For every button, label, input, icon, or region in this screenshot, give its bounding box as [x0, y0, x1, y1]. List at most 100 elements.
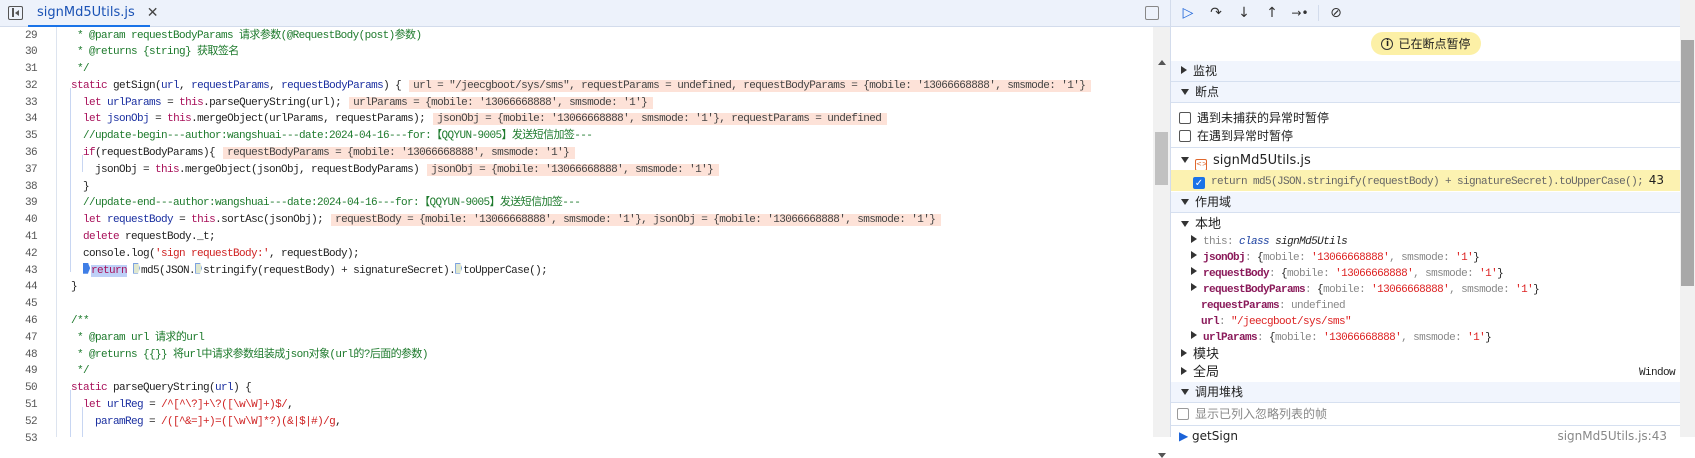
- step-into-icon[interactable]: ↓: [1234, 4, 1254, 22]
- line-number[interactable]: 44: [0, 279, 38, 296]
- frame-location[interactable]: signMd5Utils.js:43: [1557, 427, 1667, 445]
- scrollbar-thumb[interactable]: [1155, 132, 1168, 185]
- line-number[interactable]: 49: [0, 363, 38, 380]
- pause-caught-checkbox[interactable]: 在遇到异常时暂停: [1171, 127, 1681, 145]
- inline-breakpoint-icon[interactable]: [195, 262, 203, 274]
- code-line[interactable]: 35 //update-begin---author:wangshuai---d…: [0, 128, 1153, 145]
- line-number[interactable]: 32: [0, 78, 38, 95]
- scroll-up-icon[interactable]: [1158, 60, 1166, 65]
- line-number[interactable]: 37: [0, 162, 38, 179]
- step-out-icon[interactable]: ↑: [1262, 4, 1282, 22]
- code-line[interactable]: 49 */: [0, 363, 1153, 380]
- scope-global[interactable]: 全局 Window: [1171, 364, 1681, 382]
- section-scope[interactable]: 作用域: [1171, 192, 1681, 213]
- code-line[interactable]: 42 console.log('sign requestBody:', requ…: [0, 246, 1153, 263]
- step-over-icon[interactable]: ↷: [1206, 4, 1226, 22]
- line-number[interactable]: 41: [0, 229, 38, 246]
- code-line[interactable]: 37 jsonObj = this.mergeObject(jsonObj, r…: [0, 162, 1153, 179]
- line-number[interactable]: 47: [0, 330, 38, 347]
- toggle-debugger-icon[interactable]: [1145, 6, 1159, 20]
- breakpoint-file[interactable]: <> signMd5Utils.js: [1171, 152, 1681, 171]
- show-ignored-frames-checkbox[interactable]: 显示已列入忽略列表的帧: [1171, 405, 1681, 426]
- scope-local[interactable]: 本地: [1171, 216, 1681, 234]
- step-icon[interactable]: →•: [1290, 4, 1310, 22]
- code-line[interactable]: 45: [0, 296, 1153, 313]
- debugger-scrollbar[interactable]: [1680, 0, 1695, 437]
- line-number[interactable]: 36: [0, 145, 38, 162]
- code-line[interactable]: 39 //update-end---author:wangshuai---dat…: [0, 195, 1153, 212]
- scroll-down-icon[interactable]: [1158, 453, 1166, 458]
- line-number[interactable]: 35: [0, 128, 38, 145]
- resume-icon[interactable]: ▷: [1178, 4, 1198, 22]
- line-number[interactable]: 38: [0, 179, 38, 196]
- code-line[interactable]: 40 let requestBody = this.sortAsc(jsonOb…: [0, 212, 1153, 229]
- scope-module[interactable]: 模块: [1171, 346, 1681, 364]
- line-number[interactable]: 31: [0, 61, 38, 78]
- breakpoint-file-name: signMd5Utils.js: [1213, 153, 1311, 168]
- breakpoint-line: 43: [1648, 173, 1664, 187]
- code-line[interactable]: 36 if(requestBodyParams){requestBodyPara…: [0, 145, 1153, 162]
- deactivate-breakpoints-icon[interactable]: ⊘: [1326, 4, 1346, 22]
- inline-value: requestBody = {mobile: '13066668888', sm…: [331, 214, 942, 227]
- line-number[interactable]: 52: [0, 414, 38, 431]
- code-line[interactable]: 52 paramReg = /([^&=]+)=([\w\W]*?)(&|$|#…: [0, 414, 1153, 431]
- code-line[interactable]: 33 let urlParams = this.parseQueryString…: [0, 95, 1153, 112]
- code-line[interactable]: 29 * @param requestBodyParams 请求参数(@Requ…: [0, 28, 1153, 45]
- checkbox[interactable]: [1179, 130, 1191, 142]
- line-number[interactable]: 46: [0, 313, 38, 330]
- breakpoint-item[interactable]: ✓ return md5(JSON.stringify(requestBody) …: [1171, 170, 1681, 191]
- code-token: //update-end---author:wangshuai---date:2…: [71, 197, 581, 210]
- line-number[interactable]: 53: [0, 431, 38, 448]
- line-number[interactable]: 51: [0, 397, 38, 414]
- var-value: undefined: [1291, 300, 1346, 312]
- code-line-current[interactable]: 43 return md5(JSON. stringify(requestBody…: [0, 262, 1153, 280]
- section-breakpoints[interactable]: 断点: [1171, 82, 1681, 103]
- line-number[interactable]: 39: [0, 195, 38, 212]
- line-text: return md5(JSON. stringify(requestBody) +…: [71, 262, 548, 280]
- scrollbar-thumb[interactable]: [1681, 40, 1694, 286]
- line-text: delete requestBody._t;: [71, 229, 216, 246]
- code-view[interactable]: 29 * @param requestBodyParams 请求参数(@Requ…: [0, 28, 1153, 448]
- code-line[interactable]: 38 }: [0, 179, 1153, 196]
- code-line[interactable]: 48 * @returns {{}} 将url中请求参数组装成json对象(ur…: [0, 347, 1153, 364]
- code-line[interactable]: 34 let jsonObj = this.mergeObject(urlPar…: [0, 111, 1153, 128]
- code-line[interactable]: 41 delete requestBody._t;: [0, 229, 1153, 246]
- code-line[interactable]: 31 */: [0, 61, 1153, 78]
- inline-breakpoint-icon[interactable]: [133, 262, 141, 274]
- section-call-stack[interactable]: 调用堆栈: [1171, 382, 1681, 403]
- code-line[interactable]: 50 static parseQueryString(url) {: [0, 380, 1153, 397]
- line-number[interactable]: 40: [0, 212, 38, 229]
- call-frame[interactable]: ▶ getSign signMd5Utils.js:43: [1171, 427, 1681, 445]
- code-token: static: [71, 382, 108, 395]
- line-number[interactable]: 42: [0, 246, 38, 263]
- code-line[interactable]: 44}: [0, 279, 1153, 296]
- line-number[interactable]: 50: [0, 380, 38, 397]
- editor-scrollbar[interactable]: [1153, 27, 1170, 458]
- line-number[interactable]: 34: [0, 111, 38, 128]
- pause-uncaught-checkbox[interactable]: 遇到未捕获的异常时暂停: [1171, 109, 1681, 127]
- breakpoint-checkbox[interactable]: ✓: [1193, 177, 1205, 189]
- value: '13066668888': [1371, 284, 1450, 296]
- code-line[interactable]: 32 static getSign(url, requestParams, req…: [0, 78, 1153, 95]
- checkbox[interactable]: [1179, 112, 1191, 124]
- code-line[interactable]: 30 * @returns {string} 获取签名: [0, 44, 1153, 61]
- scope-var-urlparams[interactable]: urlParams: {mobile: '13066668888', smsmo…: [1171, 329, 1681, 347]
- line-number[interactable]: 48: [0, 347, 38, 364]
- tab-signmd5utils[interactable]: signMd5Utils.js ✕: [28, 0, 158, 27]
- line-number[interactable]: 30: [0, 44, 38, 61]
- inline-breakpoint-icon[interactable]: [455, 262, 463, 274]
- code-line[interactable]: 53: [0, 431, 1153, 448]
- close-icon[interactable]: ✕: [147, 5, 159, 21]
- inline-breakpoint-icon[interactable]: [83, 262, 91, 274]
- collapse-icon: [1181, 199, 1189, 205]
- line-number[interactable]: 33: [0, 95, 38, 112]
- section-watch[interactable]: 监视: [1171, 61, 1681, 82]
- line-number[interactable]: 45: [0, 296, 38, 313]
- code-line[interactable]: 51 let urlReg = /^[^\?]+\?([\w\W]+)$/,: [0, 397, 1153, 414]
- code-line[interactable]: 46 /**: [0, 313, 1153, 330]
- line-number[interactable]: 29: [0, 28, 38, 45]
- code-line[interactable]: 47 * @param url 请求的url: [0, 330, 1153, 347]
- toggle-navigator-icon[interactable]: [8, 6, 23, 20]
- checkbox[interactable]: [1177, 408, 1189, 420]
- line-number[interactable]: 43: [0, 263, 38, 280]
